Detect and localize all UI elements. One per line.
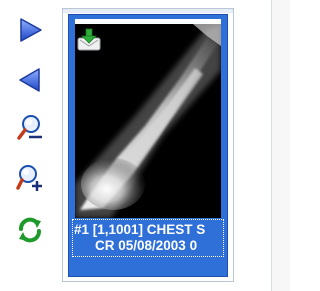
download-arrow-icon — [77, 28, 101, 51]
download-icon[interactable] — [77, 28, 101, 52]
zoom-out-icon — [17, 115, 42, 140]
caption-series-label: #1 [1,1001] CHEST S — [74, 222, 206, 237]
xray-image — [75, 24, 221, 218]
panel-header — [63, 9, 233, 13]
next-button[interactable] — [14, 14, 46, 46]
left-toolbar — [0, 0, 52, 291]
refresh-icon — [19, 217, 41, 243]
zoom-in-icon — [16, 165, 42, 191]
previous-icon — [19, 68, 40, 92]
caption-focus-box: #1 [1,1001] CHEST S CR 05/08/2003 0 — [72, 219, 224, 257]
viewer-root: #1 [1,1001] CHEST S CR 05/08/2003 0 — [0, 0, 290, 291]
caption-date-label: CR 05/08/2003 0 — [95, 238, 198, 253]
previous-button[interactable] — [14, 64, 46, 96]
zoom-in-button[interactable] — [14, 162, 46, 194]
zoom-out-button[interactable] — [14, 112, 46, 144]
next-icon — [20, 18, 42, 42]
thumbnail-caption: #1 [1,1001] CHEST S CR 05/08/2003 0 — [72, 219, 224, 271]
image-thumbnail[interactable]: #1 [1,1001] CHEST S CR 05/08/2003 0 — [68, 14, 228, 277]
scrollbar-track[interactable] — [272, 0, 290, 291]
thumbnail-panel: #1 [1,1001] CHEST S CR 05/08/2003 0 — [62, 8, 234, 282]
refresh-button[interactable] — [14, 214, 46, 246]
xray-image-graphic — [75, 24, 221, 218]
